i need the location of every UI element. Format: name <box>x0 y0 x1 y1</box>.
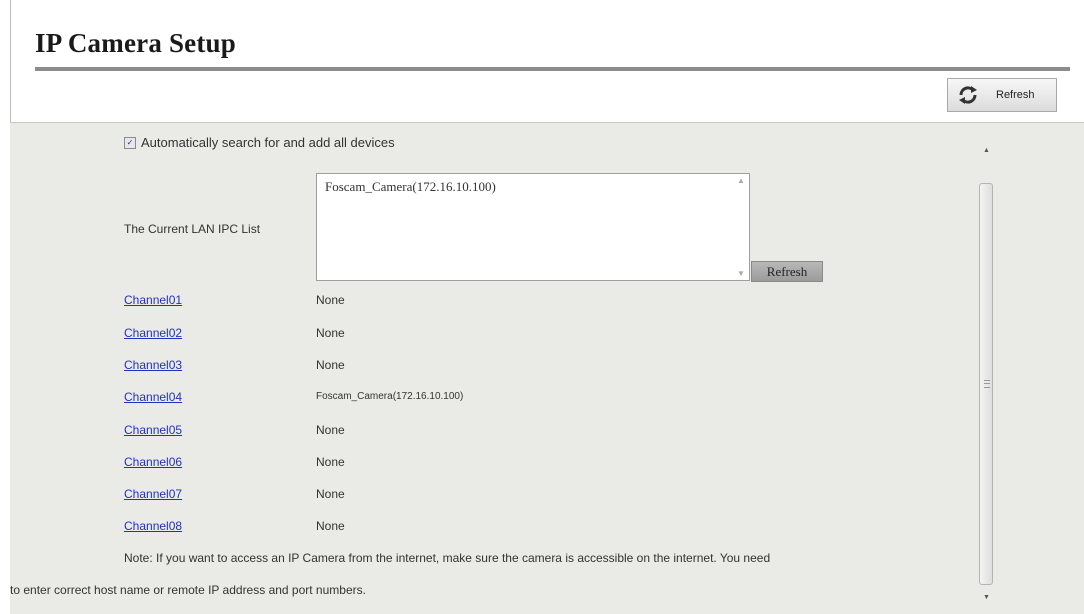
channel-value: None <box>316 358 345 372</box>
channel-value: None <box>316 326 345 340</box>
toolbar-refresh-button[interactable]: Refresh <box>947 78 1057 112</box>
list-refresh-button[interactable]: Refresh <box>751 261 823 282</box>
channel-value: None <box>316 423 345 437</box>
channel-link[interactable]: Channel03 <box>124 358 182 372</box>
auto-search-row: ✓ Automatically search for and add all d… <box>124 135 395 150</box>
scroll-up-arrow-icon[interactable]: ▲ <box>983 147 990 154</box>
channel-value: None <box>316 487 345 501</box>
channel-link[interactable]: Channel05 <box>124 423 182 437</box>
channel-row: Channel04 Foscam_Camera(172.16.10.100) <box>10 390 910 410</box>
channel-link[interactable]: Channel04 <box>124 390 182 404</box>
auto-search-checkbox[interactable]: ✓ <box>124 136 136 149</box>
channel-link[interactable]: Channel02 <box>124 326 182 340</box>
page-title: IP Camera Setup <box>35 28 236 58</box>
lan-ipc-list-label: The Current LAN IPC List <box>124 222 261 236</box>
channel-row: Channel01 None <box>10 293 910 313</box>
refresh-button-label: Refresh <box>996 89 1035 101</box>
refresh-icon <box>956 83 980 107</box>
scrollbar-grip-icon <box>984 380 990 388</box>
channel-row: Channel02 None <box>10 326 910 346</box>
scroll-up-arrow-icon[interactable]: ▲ <box>737 176 745 185</box>
channel-link[interactable]: Channel06 <box>124 455 182 469</box>
title-divider <box>35 67 1070 71</box>
channel-row: Channel05 None <box>10 423 910 443</box>
list-item[interactable]: Foscam_Camera(172.16.10.100) <box>325 179 496 195</box>
page-scrollbar[interactable]: ▲ ▼ <box>978 133 995 605</box>
scrollbar-thumb[interactable] <box>979 183 993 585</box>
setup-panel: ✓ Automatically search for and add all d… <box>10 122 1084 614</box>
scroll-down-arrow-icon[interactable]: ▼ <box>737 269 745 278</box>
channel-value: None <box>316 519 345 533</box>
note-text-line1: Note: If you want to access an IP Camera… <box>124 551 771 565</box>
channel-link[interactable]: Channel08 <box>124 519 182 533</box>
channel-value: None <box>316 293 345 307</box>
channel-row: Channel06 None <box>10 455 910 475</box>
channel-link[interactable]: Channel07 <box>124 487 182 501</box>
listbox-scrollbar[interactable]: ▲ ▼ <box>733 174 749 280</box>
channel-value: None <box>316 455 345 469</box>
auto-search-label: Automatically search for and add all dev… <box>141 135 395 150</box>
lan-ipc-listbox[interactable]: Foscam_Camera(172.16.10.100) ▲ ▼ <box>316 173 750 281</box>
channel-row: Channel08 None <box>10 519 910 539</box>
note-text-line2: to enter correct host name or remote IP … <box>10 583 366 597</box>
channel-link[interactable]: Channel01 <box>124 293 182 307</box>
channel-row: Channel07 None <box>10 487 910 507</box>
channel-value: Foscam_Camera(172.16.10.100) <box>316 391 464 402</box>
scroll-down-arrow-icon[interactable]: ▼ <box>983 594 990 601</box>
channel-row: Channel03 None <box>10 358 910 378</box>
left-border <box>10 0 11 122</box>
